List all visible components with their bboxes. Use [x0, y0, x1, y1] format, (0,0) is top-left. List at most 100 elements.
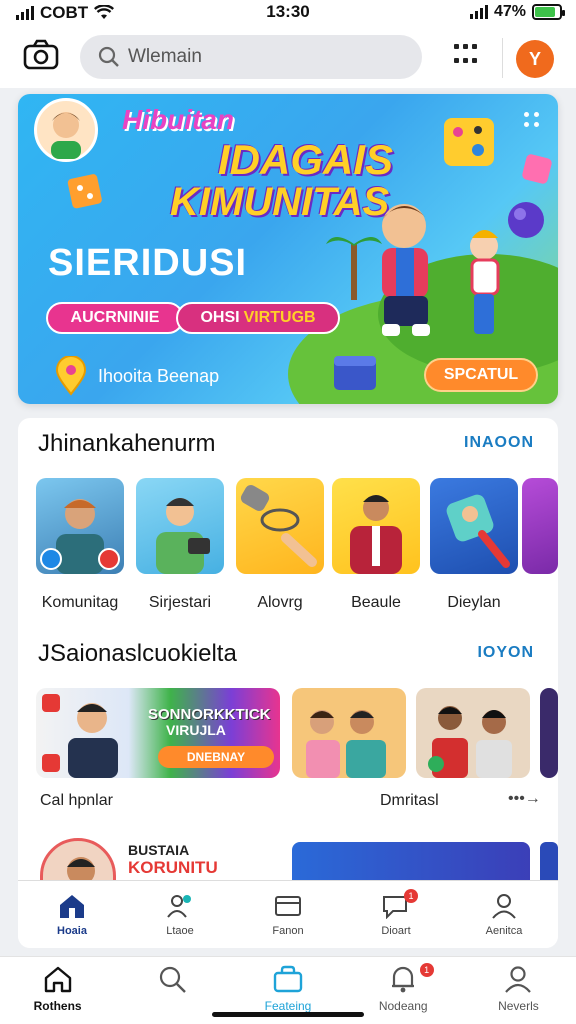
category-label: Dieylan — [447, 594, 501, 611]
battery-icon — [532, 4, 565, 20]
tag-pill-2-a: OHSI — [200, 309, 240, 326]
inner-tab-label: Dioart — [381, 924, 411, 937]
home-icon — [60, 894, 84, 918]
content-card: Jhinankahenurm INAOON Komunitag Sirjesta… — [18, 418, 558, 948]
community-icon — [40, 548, 62, 570]
category-image — [236, 478, 324, 574]
banner-location: Ihooita Beenap — [54, 356, 219, 396]
featured-label-left: Cal hpnlar — [40, 792, 113, 809]
category-label: Alovrg — [257, 594, 303, 611]
inner-tab-chat[interactable]: 1 Dioart — [342, 881, 450, 948]
apps-grid-icon[interactable] — [454, 44, 478, 68]
presenter-icon — [350, 495, 402, 574]
tag-pill-1[interactable]: AUCRNINIE — [46, 302, 184, 334]
card-icon — [275, 895, 301, 916]
people-icon — [167, 894, 191, 918]
globe-decoration — [508, 202, 544, 238]
nav-item-profile[interactable]: Neverls — [461, 957, 576, 1024]
tablet-icon — [188, 538, 210, 554]
more-arrow-icon[interactable]: •••→ — [508, 790, 541, 808]
notification-badge: 1 — [419, 963, 434, 977]
category-image — [522, 478, 558, 574]
category-item[interactable]: Dieylan — [426, 478, 522, 612]
game-icon — [446, 494, 510, 568]
inner-tab-label: Fanon — [272, 924, 304, 937]
category-image — [332, 478, 420, 574]
search-icon — [159, 966, 186, 993]
featured-title: SONNORKKTICK — [148, 706, 271, 723]
home-indicator — [212, 1012, 364, 1017]
category-item[interactable]: Beaule — [328, 478, 424, 612]
notification-icon — [392, 966, 415, 993]
home-icon — [44, 966, 71, 993]
featured-card-partial[interactable] — [540, 688, 558, 778]
avatar[interactable]: Y — [516, 40, 554, 78]
featured-label-right: Dmritasl — [380, 792, 439, 809]
header-divider — [502, 38, 503, 78]
featured-button[interactable]: DNEBNAY — [158, 746, 274, 768]
inner-tab-label: Aenitca — [485, 924, 523, 937]
preview-text-1: BUSTAIA — [128, 842, 190, 858]
inner-tab-person[interactable]: Aenitca — [450, 881, 558, 948]
featured-card[interactable] — [416, 688, 530, 778]
section1-title: Jhinankahenurm — [38, 430, 216, 457]
banner-cta-button[interactable]: SPCATUL — [424, 358, 538, 392]
nav-label: Feateing — [264, 999, 312, 1013]
creator-avatar[interactable] — [34, 98, 98, 162]
category-item[interactable]: Sirjestari — [132, 478, 228, 612]
featured-subtitle: VIRUJLA — [166, 722, 226, 738]
battery-fill — [535, 7, 556, 17]
banner-tagline: SIERIDUSI — [48, 242, 248, 284]
category-item[interactable]: Alovrg — [232, 478, 328, 612]
search-input[interactable] — [128, 46, 388, 68]
section1-link[interactable]: INAOON — [464, 434, 534, 452]
category-label: Sirjestari — [148, 594, 212, 611]
microphone-icon — [240, 485, 317, 567]
status-bar: COBT 13:30 47% — [0, 0, 576, 26]
hero-banner[interactable]: Hibuitan IDAGAIS KIMUNITAS SIERIDUSI AUC… — [18, 94, 558, 404]
category-image — [36, 478, 124, 574]
nav-item-home[interactable]: Rothens — [0, 957, 115, 1024]
featured-row: SONNORKKTICK VIRUJLA DNEBNAY — [18, 688, 558, 788]
battery-percent: 47% — [493, 3, 526, 20]
more-icon[interactable] — [524, 112, 540, 128]
dice-decoration — [444, 118, 494, 166]
category-row: Komunitag Sirjestari Alovrg Beaule Dieyl… — [18, 478, 558, 618]
live-icon — [42, 694, 60, 712]
cube-decoration — [67, 174, 102, 209]
featured-card[interactable] — [292, 688, 406, 778]
location-pin-icon — [55, 356, 87, 396]
category-item-partial[interactable] — [522, 478, 558, 574]
category-image — [136, 478, 224, 574]
section2-link[interactable]: IOYON — [477, 644, 534, 662]
chat-badge: 1 — [404, 889, 418, 903]
preview-text-2: KORUNITU — [128, 858, 218, 877]
category-image — [430, 478, 518, 574]
banner-location-label: Ihooita Beenap — [98, 365, 220, 386]
inner-tab-people[interactable]: Ltaoe — [126, 881, 234, 948]
camera-icon[interactable] — [22, 38, 60, 72]
cube-decoration-small — [522, 154, 552, 184]
inner-tab-label: Hoaia — [57, 924, 87, 937]
profile-icon — [505, 966, 532, 993]
person-icon — [492, 893, 516, 919]
tag-pill-2[interactable]: OHSI VIRTUGB — [176, 302, 340, 334]
nav-label: Rothens — [33, 999, 82, 1013]
section2-title: JSaionaslcuokielta — [38, 640, 237, 667]
featured-card[interactable]: SONNORKKTICK VIRUJLA DNEBNAY — [36, 688, 280, 778]
featured-labels: Cal hpnlar Dmritasl •••→ — [40, 790, 541, 810]
bag-icon — [273, 965, 303, 993]
nav-label: Neverls — [498, 999, 539, 1013]
category-label: Komunitag — [41, 594, 119, 611]
status-right: 47% — [469, 3, 565, 21]
category-item[interactable]: Komunitag — [32, 478, 128, 612]
signal-icon — [469, 5, 488, 19]
inner-tab-label: Ltaoe — [166, 924, 194, 937]
search-bar[interactable] — [80, 35, 422, 79]
inner-tab-card[interactable]: Fanon — [234, 881, 342, 948]
play-icon — [42, 754, 60, 772]
record-icon — [98, 548, 120, 570]
nav-label: Nodeang — [378, 999, 428, 1013]
inner-tab-home[interactable]: Hoaia — [18, 881, 126, 948]
mascot-illustration — [382, 204, 500, 336]
